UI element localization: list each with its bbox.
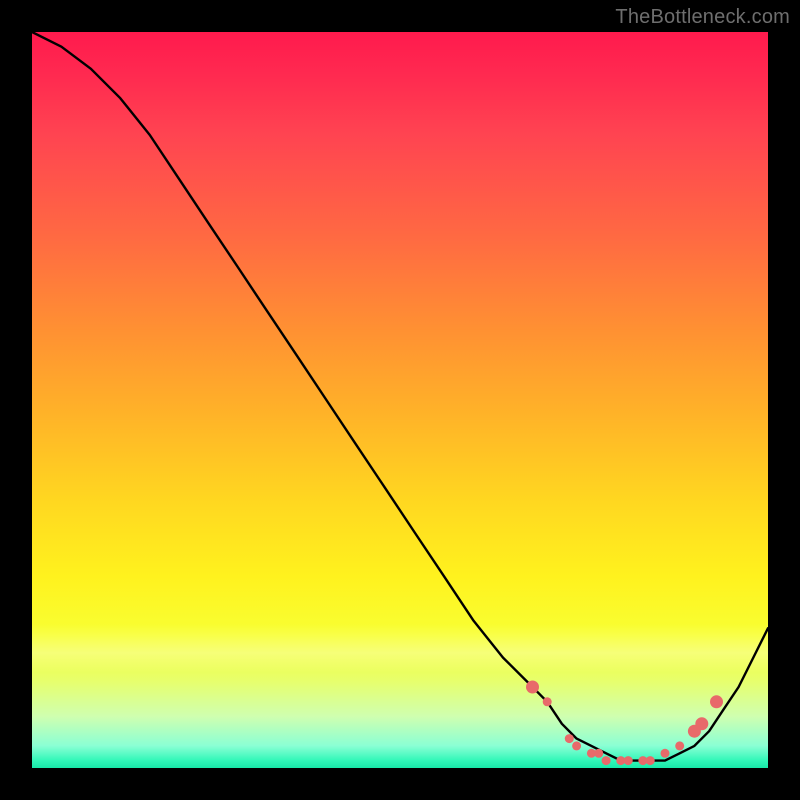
marker-point [710, 695, 723, 708]
plot-area [32, 32, 768, 768]
marker-point [602, 756, 611, 765]
marker-point [661, 749, 670, 758]
marker-point [624, 756, 633, 765]
chart-frame: TheBottleneck.com [0, 0, 800, 800]
marker-point [646, 756, 655, 765]
bottleneck-curve [32, 32, 768, 761]
marker-point [594, 749, 603, 758]
marker-point [695, 717, 708, 730]
watermark-text: TheBottleneck.com [615, 6, 790, 29]
marker-point [565, 734, 574, 743]
marker-point [675, 741, 684, 750]
marker-point [543, 697, 552, 706]
marker-point [526, 681, 539, 694]
highlight-markers [526, 681, 723, 766]
curve-layer [32, 32, 768, 768]
marker-point [572, 741, 581, 750]
